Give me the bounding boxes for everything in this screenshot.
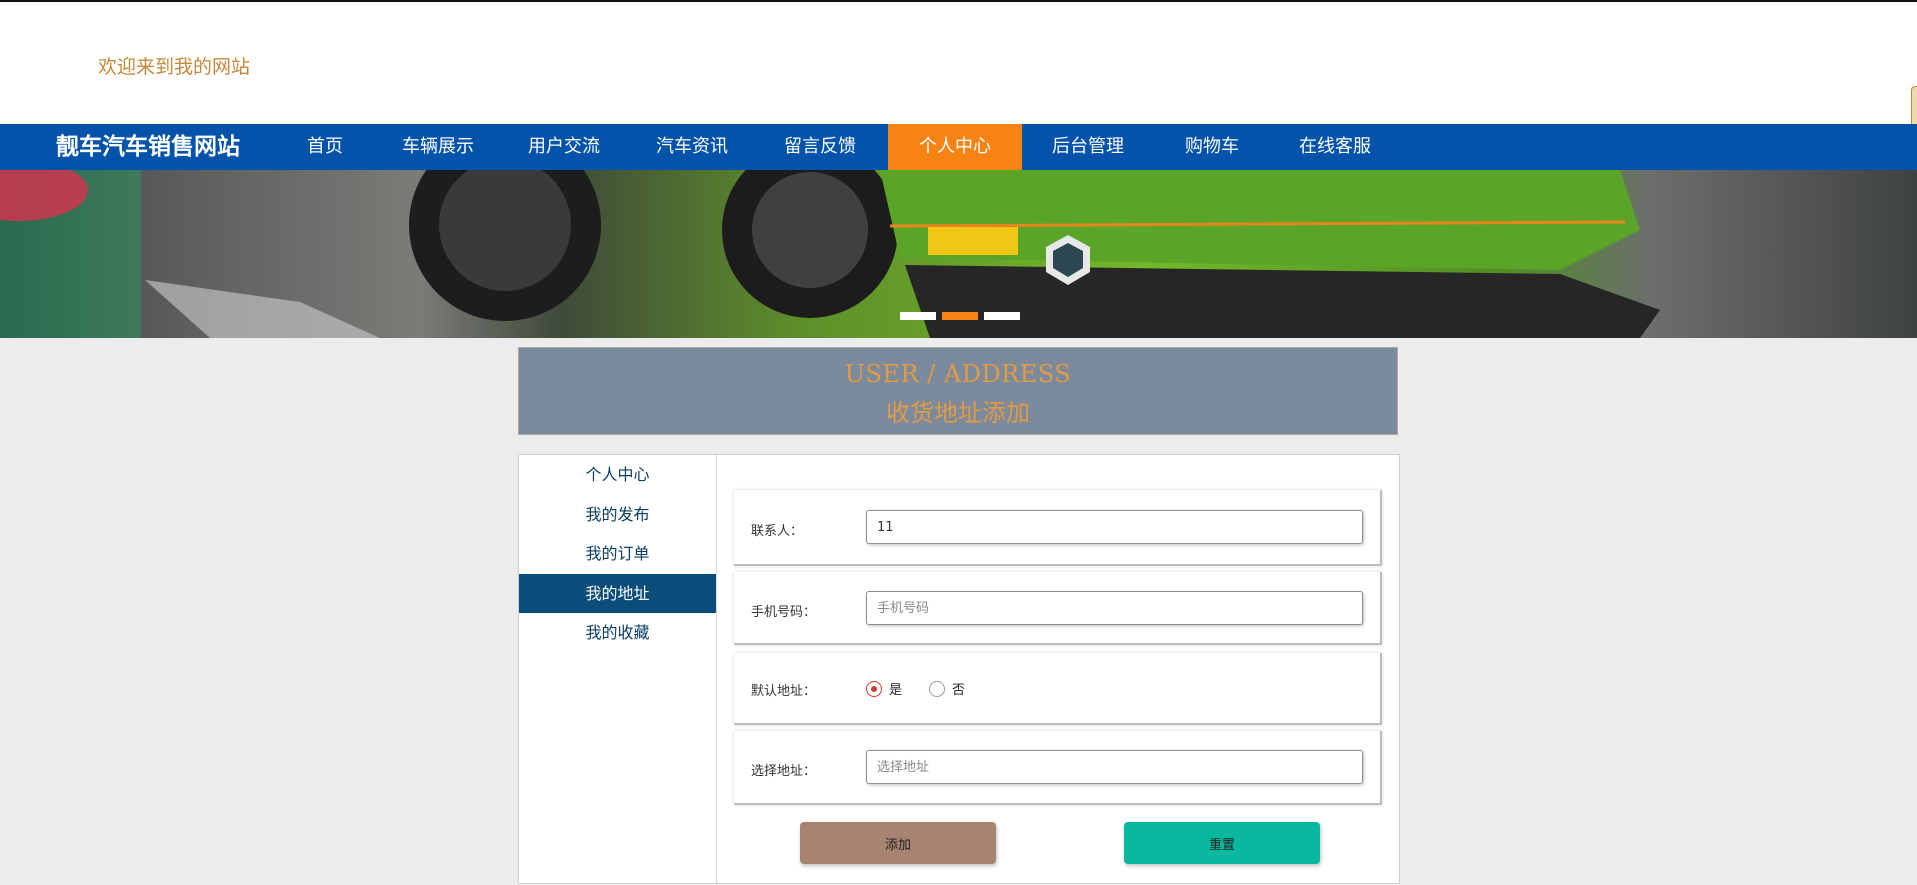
page-header: USER / ADDRESS 收货地址添加 <box>518 347 1398 435</box>
default-yes-radio[interactable] <box>866 680 882 697</box>
nav-item-support[interactable]: 在线客服 <box>1290 124 1380 170</box>
nav-item-cart[interactable]: 购物车 <box>1176 124 1248 170</box>
sidebar-item-my-posts[interactable]: 我的发布 <box>519 495 716 535</box>
nav-item-vehicles[interactable]: 车辆展示 <box>393 124 483 170</box>
nav-item-feedback[interactable]: 留言反馈 <box>775 124 865 170</box>
contact-row: 联系人： <box>734 490 1382 566</box>
default-no-label: 否 <box>952 683 966 698</box>
contact-input[interactable] <box>866 510 1363 544</box>
nav-item-community[interactable]: 用户交流 <box>519 124 609 170</box>
add-button[interactable]: 添加 <box>800 822 996 864</box>
default-no-radio[interactable] <box>929 680 945 697</box>
banner-dot-2[interactable] <box>942 312 978 320</box>
nav-item-admin[interactable]: 后台管理 <box>1043 124 1133 170</box>
user-sidebar: 个人中心 我的发布 我的订单 我的地址 我的收藏 <box>519 455 717 885</box>
content-panel: 个人中心 我的发布 我的订单 我的地址 我的收藏 联系人： 手机号码： 默认地址… <box>518 454 1400 885</box>
contact-label: 联系人： <box>751 524 804 539</box>
page-title-en: USER / ADDRESS <box>844 360 1072 388</box>
phone-row: 手机号码： <box>734 572 1382 645</box>
reset-button[interactable]: 重置 <box>1124 822 1320 864</box>
default-yes-label: 是 <box>889 683 903 698</box>
phone-label: 手机号码： <box>751 605 817 620</box>
sidebar-item-my-address[interactable]: 我的地址 <box>519 573 716 613</box>
default-address-row: 默认地址： 是 否 <box>734 653 1382 725</box>
banner-dot-3[interactable] <box>984 312 1020 320</box>
default-yes-option[interactable]: 是 <box>866 679 902 698</box>
banner-pagination <box>900 312 1020 320</box>
sidebar-item-personal-center[interactable]: 个人中心 <box>519 455 716 495</box>
page-title-cn: 收货地址添加 <box>886 399 1030 427</box>
default-no-option[interactable]: 否 <box>929 679 965 698</box>
nav-item-personal-center[interactable]: 个人中心 <box>888 124 1022 170</box>
sidebar-item-my-favorites[interactable]: 我的收藏 <box>519 613 716 653</box>
default-address-label: 默认地址： <box>751 684 817 699</box>
main-nav: 靓车汽车销售网站 首页 车辆展示 用户交流 汽车资讯 留言反馈 个人中心 后台管… <box>0 124 1917 170</box>
nav-item-news[interactable]: 汽车资讯 <box>647 124 737 170</box>
banner-dot-1[interactable] <box>900 312 936 320</box>
welcome-text: 欢迎来到我的网站 <box>98 56 251 78</box>
site-brand: 靓车汽车销售网站 <box>56 134 240 160</box>
nav-item-home[interactable]: 首页 <box>285 124 365 170</box>
address-label: 选择地址： <box>751 764 817 779</box>
sidebar-item-my-orders[interactable]: 我的订单 <box>519 534 716 574</box>
address-select-input[interactable] <box>866 750 1363 784</box>
address-row: 选择地址： <box>734 731 1382 805</box>
phone-input[interactable] <box>866 591 1363 625</box>
welcome-bar: 欢迎来到我的网站 <box>0 2 1917 132</box>
